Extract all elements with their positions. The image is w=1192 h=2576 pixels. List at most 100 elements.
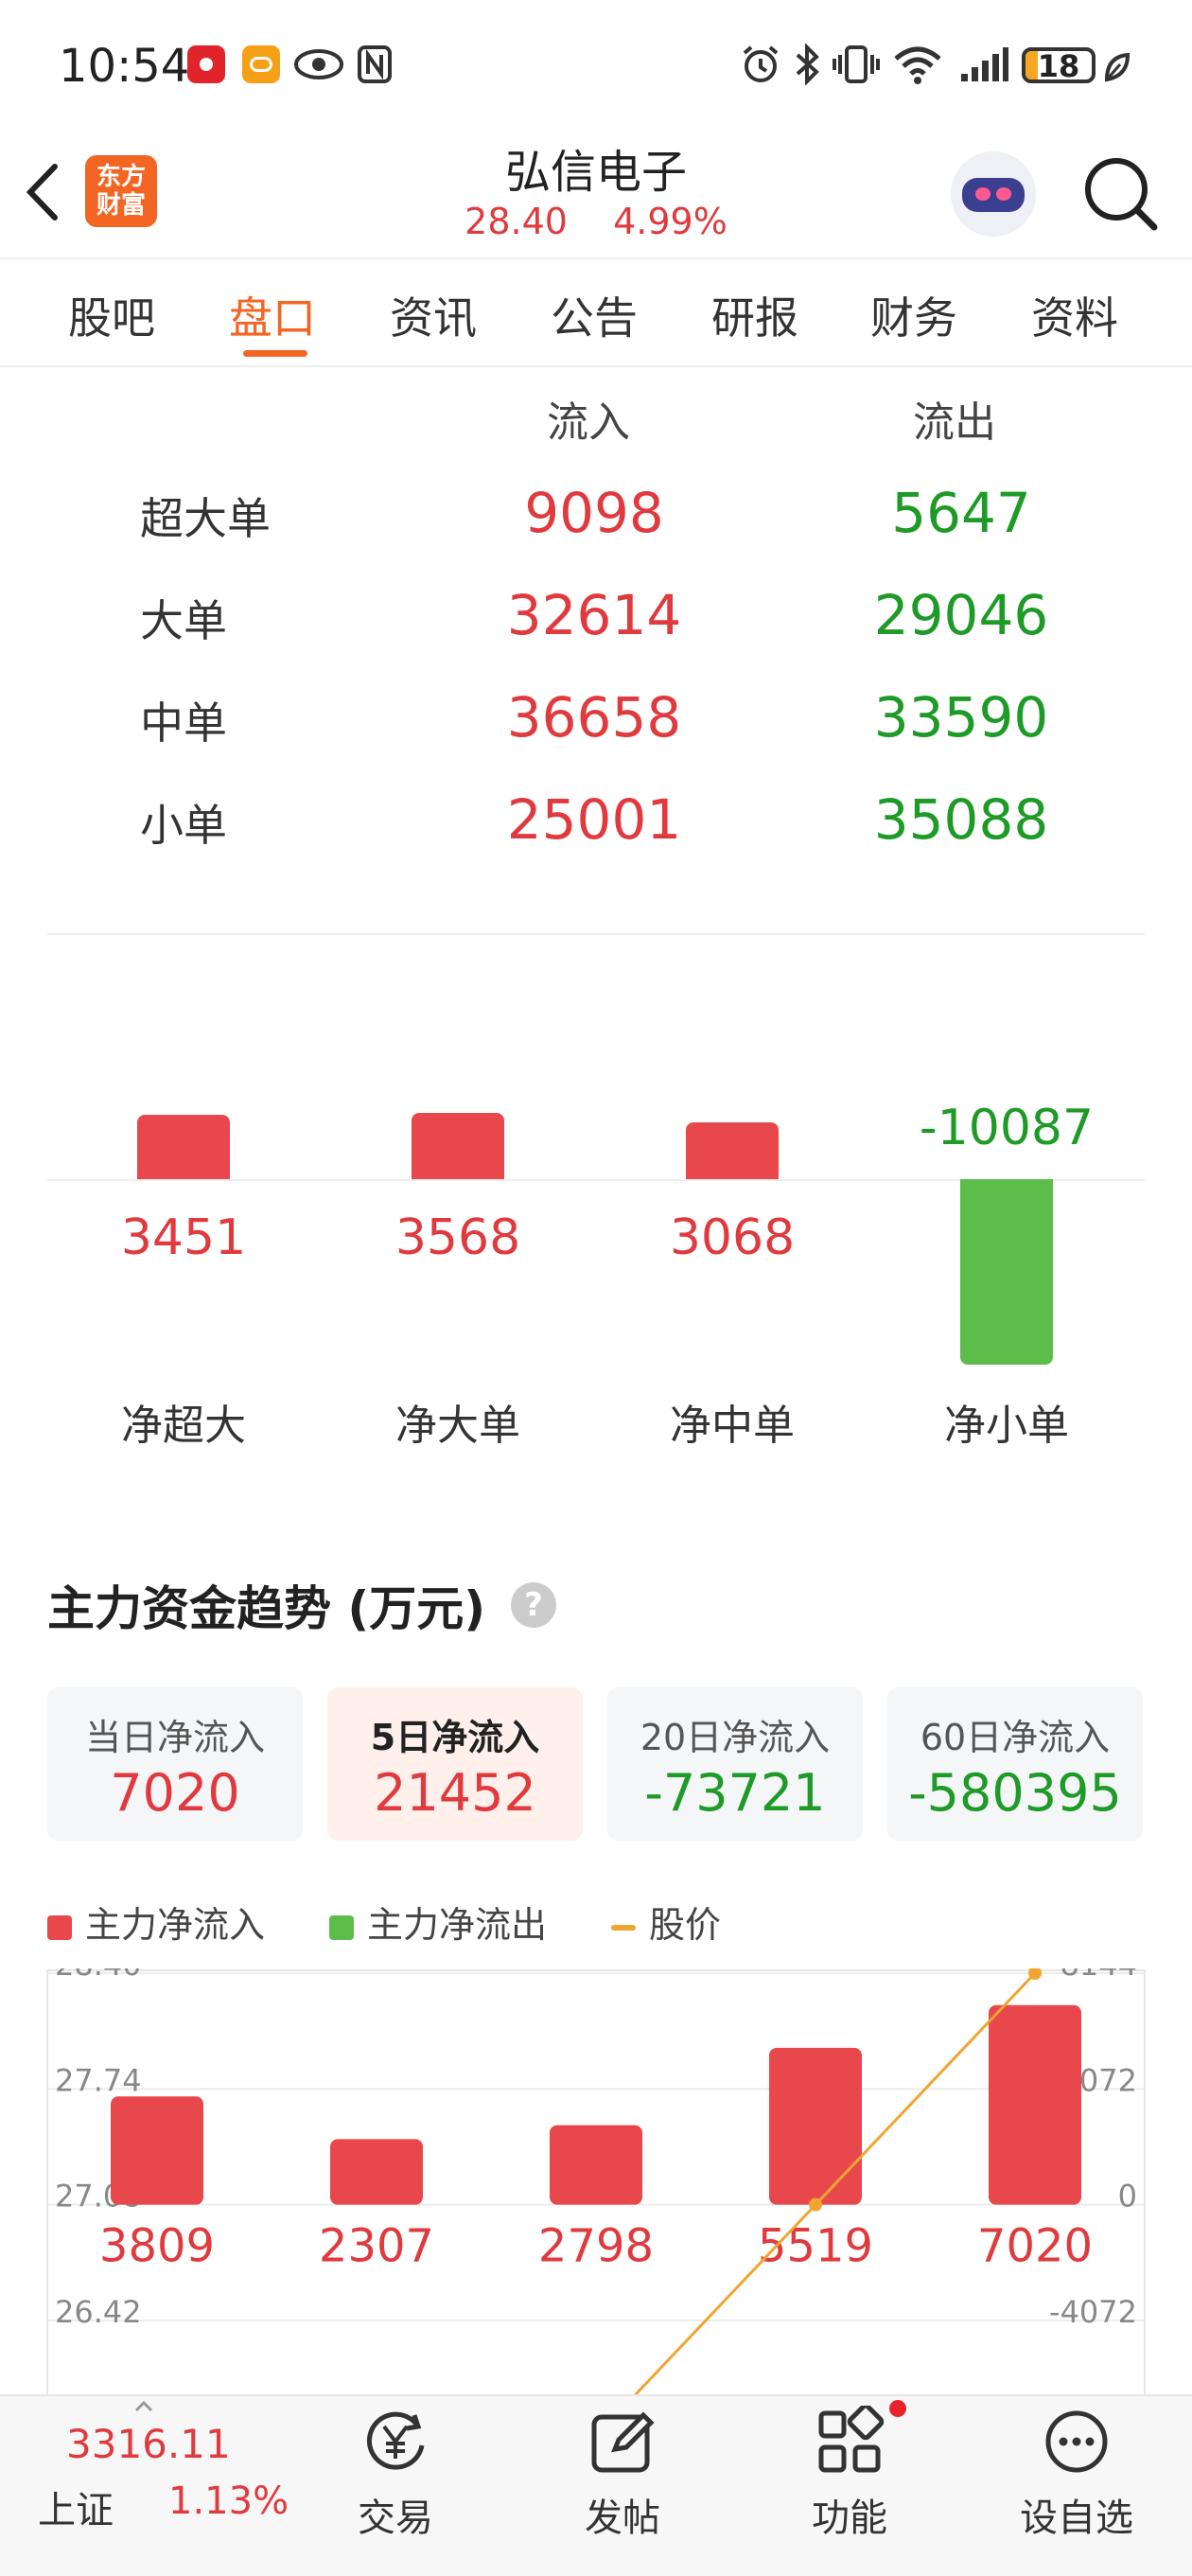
y-left-tick: 27.74 <box>55 2062 142 2098</box>
net-bar-category: 净中单 <box>670 1402 795 1450</box>
status-time: 10:54 <box>59 40 190 93</box>
y-right-tick: 8144 <box>1061 1968 1137 1983</box>
period-card-value: 7020 <box>110 1763 240 1823</box>
legend-item: 主力净流入 <box>47 1896 265 1948</box>
trend-bar <box>769 2047 862 2205</box>
period-card-value: -580395 <box>908 1763 1122 1823</box>
legend-label: 主力净流出 <box>367 1904 548 1946</box>
flow-row-outflow: 33590 <box>873 685 1049 750</box>
legend-label: 股价 <box>649 1904 722 1946</box>
leaf-icon <box>1103 51 1131 87</box>
flow-row-outflow: 29046 <box>873 583 1049 647</box>
trend-bar <box>989 2004 1081 2205</box>
tab-4[interactable]: 研报 <box>711 284 798 346</box>
flow-row-inflow: 32614 <box>506 583 682 647</box>
search-button[interactable] <box>1078 151 1164 237</box>
tab-6[interactable]: 资料 <box>1031 284 1118 346</box>
period-card[interactable]: 当日净流入 7020 <box>47 1687 303 1841</box>
index-name[interactable]: 上证 <box>38 2479 114 2534</box>
trend-bar-value: 2798 <box>538 2220 654 2273</box>
header-divider <box>0 257 1192 259</box>
edit-post-icon[interactable] <box>587 2406 658 2478</box>
help-icon[interactable]: ? <box>511 1582 556 1628</box>
net-bar <box>960 1179 1053 1365</box>
bluetooth-icon <box>793 43 821 89</box>
legend-swatch <box>47 1914 72 1940</box>
tab-active-indicator <box>243 350 307 357</box>
stock-change: 4.99% <box>613 201 727 242</box>
period-card-label: 5日净流入 <box>370 1717 540 1758</box>
eye-icon <box>293 47 344 85</box>
tab-1[interactable]: 盘口 <box>229 284 316 346</box>
tab-0[interactable]: 股吧 <box>68 284 155 346</box>
status-bar: 10:54 18 <box>0 0 1192 132</box>
tab-divider <box>0 365 1192 367</box>
net-bar-category: 净超大 <box>121 1402 246 1450</box>
legend-label: 主力净流入 <box>85 1904 266 1946</box>
net-bar-value: 3568 <box>394 1209 521 1266</box>
caret-up-icon <box>134 2398 153 2416</box>
period-card-value: -73721 <box>644 1763 826 1823</box>
header-outflow: 流出 <box>913 398 996 447</box>
legend-item: 股价 <box>611 1896 721 1948</box>
period-card[interactable]: 20日净流入 -73721 <box>607 1687 863 1841</box>
period-card[interactable]: 60日净流入 -580395 <box>887 1687 1143 1841</box>
nav-functions[interactable]: 功能 <box>774 2487 925 2542</box>
vibrate-icon <box>833 44 880 89</box>
nav-trade[interactable]: 交易 <box>320 2487 471 2542</box>
net-bar <box>137 1115 230 1179</box>
stock-price: 28.40 <box>465 201 568 242</box>
net-bar-value: 3451 <box>120 1209 247 1266</box>
net-bar-value: 3068 <box>669 1209 796 1266</box>
y-left-tick: 28.40 <box>55 1968 142 1983</box>
legend-swatch <box>611 1924 636 1931</box>
trend-bar <box>111 2096 203 2205</box>
section-title: 主力资金趋势 (万元) <box>47 1581 486 1636</box>
period-card[interactable]: 5日净流入 21452 <box>327 1687 583 1841</box>
trade-yen-icon[interactable] <box>359 2406 431 2478</box>
tab-2[interactable]: 资讯 <box>390 284 477 346</box>
trend-bar <box>550 2125 642 2205</box>
y-left-tick: 26.42 <box>55 2294 142 2330</box>
period-card-label: 20日净流入 <box>640 1717 831 1758</box>
battery-text: 18 <box>1037 48 1080 83</box>
net-bar-value: -10087 <box>919 1100 1095 1156</box>
period-card-label: 60日净流入 <box>920 1717 1111 1758</box>
flow-row-outflow: 35088 <box>873 787 1049 852</box>
tab-5[interactable]: 财务 <box>870 284 957 346</box>
legend-swatch <box>329 1914 354 1940</box>
net-bar <box>686 1121 779 1179</box>
nav-watchlist[interactable]: 设自选 <box>1001 2487 1152 2542</box>
flow-row-label: 大单 <box>140 595 227 646</box>
tab-3[interactable]: 公告 <box>551 284 638 346</box>
net-bar <box>412 1113 504 1179</box>
trend-bar-value: 7020 <box>977 2220 1093 2273</box>
flow-row-inflow: 9098 <box>524 481 664 545</box>
flow-row-label: 超大单 <box>140 493 271 544</box>
table-divider <box>47 933 1145 935</box>
notification-badge <box>889 2400 906 2417</box>
net-bar-category: 净大单 <box>395 1402 520 1450</box>
flow-row-label: 小单 <box>140 800 227 851</box>
more-dots-icon[interactable] <box>1041 2406 1113 2478</box>
app-red-icon <box>187 45 225 83</box>
index-change[interactable]: 1.13% <box>168 2479 289 2523</box>
nfc-icon <box>358 45 392 87</box>
period-card-value: 21452 <box>374 1763 536 1823</box>
nav-post[interactable]: 发帖 <box>547 2487 698 2542</box>
trend-bar-value: 3809 <box>99 2220 215 2273</box>
signal-icon <box>959 45 1008 87</box>
wifi-icon <box>893 44 942 89</box>
flow-row-inflow: 36658 <box>506 685 682 750</box>
search-icon <box>1085 158 1158 231</box>
ai-assistant-robot-icon[interactable] <box>951 151 1036 237</box>
alarm-icon <box>740 44 781 89</box>
net-bar-category: 净小单 <box>944 1402 1069 1450</box>
battery-icon: 18 <box>1022 47 1096 83</box>
app-orange-icon <box>242 45 280 83</box>
legend-item: 主力净流出 <box>329 1896 547 1948</box>
apps-grid-icon[interactable] <box>814 2403 885 2478</box>
trend-chart: 28.4027.7427.0826.42814440720-4072380923… <box>46 1968 1146 2394</box>
trend-bar-value: 2307 <box>319 2220 434 2273</box>
index-value[interactable]: 3316.11 <box>66 2421 231 2467</box>
